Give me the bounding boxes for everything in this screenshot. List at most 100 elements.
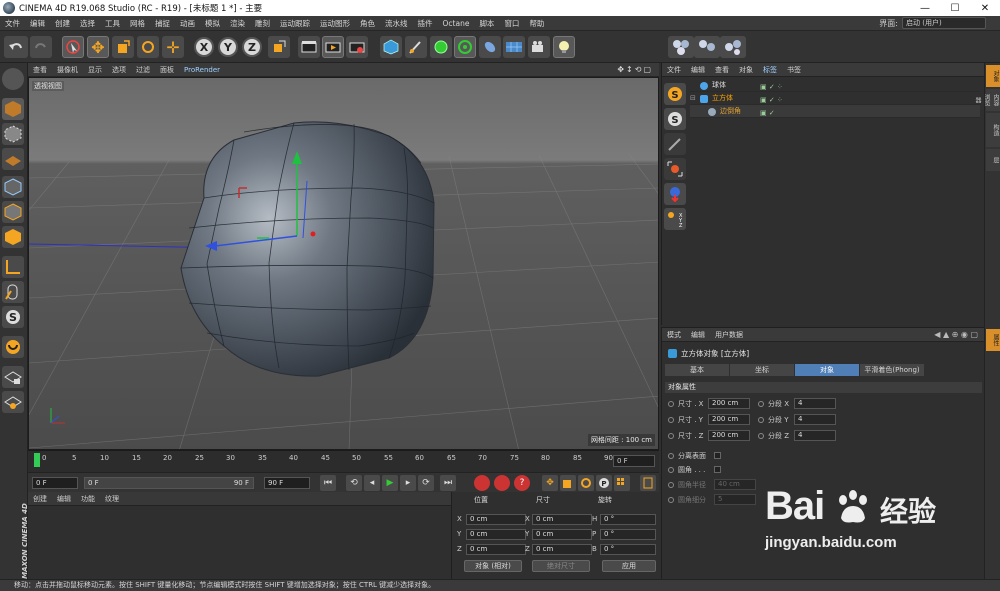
am-menu-edit[interactable]: 编辑	[686, 330, 710, 340]
recent-tool-icon[interactable]: ✛	[162, 36, 184, 58]
make-editable-icon[interactable]	[2, 68, 24, 90]
autokeying-icon[interactable]	[494, 475, 510, 491]
redo-icon[interactable]	[30, 36, 52, 58]
segments-x-input[interactable]: 4	[794, 398, 836, 409]
menu-help[interactable]: 帮助	[524, 18, 549, 29]
size-x-input[interactable]: 200 cm	[708, 398, 750, 409]
animate-dot-icon[interactable]	[758, 417, 764, 423]
max-frame-field[interactable]: 90 F	[264, 477, 310, 489]
tab-phong[interactable]: 平滑着色(Phong)	[860, 364, 924, 376]
keyframe-selection-icon[interactable]: ?	[514, 475, 530, 491]
previous-key-icon[interactable]: ⟲	[346, 475, 362, 491]
om-menu-tags[interactable]: 标签	[758, 65, 782, 75]
viewport-menu-prorender[interactable]: ProRender	[179, 66, 225, 74]
size-z-field[interactable]: 0 cm	[532, 544, 592, 555]
planar-workplane-icon[interactable]	[2, 391, 24, 413]
rotate-icon[interactable]	[137, 36, 159, 58]
tab-objects-vertical[interactable]: 对象	[986, 65, 1000, 87]
menu-script[interactable]: 脚本	[474, 18, 499, 29]
perspective-viewport[interactable]: 透视视图 网格间距 : 100 cm	[28, 77, 659, 450]
close-button[interactable]: ✕	[970, 0, 1000, 16]
viewport-menu-cameras[interactable]: 摄像机	[52, 65, 83, 75]
fillet-checkbox[interactable]	[714, 466, 721, 473]
edges-mode-icon[interactable]	[2, 201, 24, 223]
om-axis-xyz-icon[interactable]: XYZ	[664, 208, 686, 230]
key-rotation-icon[interactable]	[578, 475, 594, 491]
position-y-field[interactable]: 0 cm	[466, 529, 526, 540]
maximize-button[interactable]: ☐	[940, 0, 970, 16]
om-dynamics-icon[interactable]	[664, 183, 686, 205]
tab-object[interactable]: 对象	[795, 364, 859, 376]
viewport-menu-options[interactable]: 选项	[107, 65, 131, 75]
world-coordinates-icon[interactable]	[268, 36, 290, 58]
go-to-start-icon[interactable]: ⏮	[320, 475, 336, 491]
key-parameter-icon[interactable]: P	[596, 475, 612, 491]
am-menu-user-data[interactable]: 用户数据	[710, 330, 748, 340]
object-row-sphere[interactable]: 球体 ▣ ✓ ⁘	[690, 79, 980, 92]
key-pla-icon[interactable]	[614, 475, 630, 491]
size-z-input[interactable]: 200 cm	[708, 430, 750, 441]
size-x-field[interactable]: 0 cm	[532, 514, 592, 525]
render-view-icon[interactable]	[298, 36, 320, 58]
coordinate-mode-select[interactable]: 对象 (相对)	[464, 560, 522, 572]
model-mode-icon[interactable]	[2, 98, 24, 120]
pen-spline-icon[interactable]	[405, 36, 427, 58]
menu-mesh[interactable]: 网格	[125, 18, 150, 29]
tab-content-browser-vertical[interactable]: 内容浏览器	[974, 89, 1000, 111]
cube-primitive-icon[interactable]	[380, 36, 402, 58]
menu-select[interactable]: 选择	[75, 18, 100, 29]
z-axis-lock-button[interactable]: Z	[242, 37, 262, 57]
menu-tools[interactable]: 工具	[100, 18, 125, 29]
menu-simulate[interactable]: 模拟	[200, 18, 225, 29]
rotation-p-field[interactable]: 0 °	[600, 529, 656, 540]
octane-sphere-icon-3[interactable]	[720, 36, 746, 58]
tab-attributes-vertical[interactable]: 属性	[986, 329, 1000, 351]
material-menu-edit[interactable]: 编辑	[52, 494, 76, 504]
fillet-subdivision-input[interactable]: 5	[714, 494, 756, 505]
locked-workplane-icon[interactable]	[2, 366, 24, 388]
object-name-bevel[interactable]: 边倒角	[720, 105, 741, 118]
menu-create[interactable]: 创建	[50, 18, 75, 29]
x-axis-lock-button[interactable]: X	[194, 37, 214, 57]
animate-dot-icon[interactable]	[668, 467, 674, 473]
menu-snap[interactable]: 捕捉	[150, 18, 175, 29]
go-to-end-icon[interactable]: ⏭	[440, 475, 456, 491]
object-name-sphere[interactable]: 球体	[712, 79, 726, 92]
floor-icon[interactable]	[503, 36, 525, 58]
preview-range-slider[interactable]: 0 F 90 F	[84, 477, 254, 489]
separate-surfaces-checkbox[interactable]	[714, 452, 721, 459]
tab-structure-vertical[interactable]: 构造	[986, 113, 1000, 147]
magnet-icon[interactable]	[2, 336, 24, 358]
subdivision-surface-icon[interactable]	[430, 36, 452, 58]
rotation-h-field[interactable]: 0 °	[600, 514, 656, 525]
object-row-bevel[interactable]: 边倒角 ▣ ✓	[690, 105, 980, 118]
material-menu-function[interactable]: 功能	[76, 494, 100, 504]
animate-dot-icon[interactable]	[668, 417, 674, 423]
menu-mograph[interactable]: 运动图形	[315, 18, 355, 29]
viewport-navigation-icons[interactable]: ✥↕⟲▢	[617, 65, 653, 74]
animate-dot-icon[interactable]	[758, 401, 764, 407]
deformer-icon[interactable]	[479, 36, 501, 58]
move-icon[interactable]: ✥	[87, 36, 109, 58]
animate-dot-icon[interactable]	[668, 433, 674, 439]
record-active-objects-icon[interactable]	[474, 475, 490, 491]
om-menu-objects[interactable]: 对象	[734, 65, 758, 75]
undo-icon[interactable]	[4, 36, 28, 58]
render-settings-icon[interactable]	[346, 36, 368, 58]
animate-dot-icon[interactable]	[758, 433, 764, 439]
snap-icon[interactable]: S	[2, 306, 24, 328]
timeline-ruler[interactable]: 0 5 10 15 20 25 30 35 40 45 50 55 60 65 …	[28, 450, 659, 472]
size-y-field[interactable]: 0 cm	[532, 529, 592, 540]
viewport-menu-filter[interactable]: 过滤	[131, 65, 155, 75]
material-menu-texture[interactable]: 纹理	[100, 494, 124, 504]
axis-mode-icon[interactable]	[2, 256, 24, 278]
previous-frame-icon[interactable]: ◂	[364, 475, 380, 491]
tweak-mode-icon[interactable]	[2, 281, 24, 303]
om-solo-icon[interactable]: S	[664, 108, 686, 130]
am-menu-mode[interactable]: 模式	[662, 330, 686, 340]
scale-icon[interactable]	[112, 36, 134, 58]
light-icon[interactable]	[553, 36, 575, 58]
menu-window[interactable]: 窗口	[499, 18, 524, 29]
timeline-end-frame[interactable]: 0 F	[613, 455, 655, 467]
apply-button[interactable]: 应用	[602, 560, 656, 572]
